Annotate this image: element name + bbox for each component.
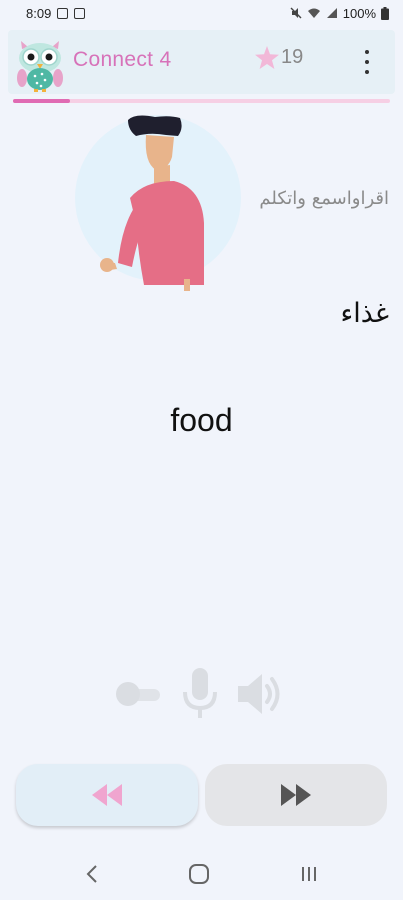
recents-icon[interactable] bbox=[299, 864, 319, 884]
notification-icon bbox=[74, 7, 86, 19]
progress-bar bbox=[13, 99, 390, 103]
mute-icon bbox=[290, 7, 302, 19]
signal-icon bbox=[326, 8, 337, 18]
status-bar: 8:09 100% bbox=[0, 0, 403, 26]
status-time: 8:09 bbox=[26, 5, 52, 21]
next-button[interactable] bbox=[205, 764, 387, 826]
previous-button[interactable] bbox=[16, 764, 198, 826]
audio-controls bbox=[112, 666, 292, 722]
star-icon bbox=[255, 46, 279, 69]
system-nav-bar bbox=[0, 848, 403, 900]
star-score: 19 bbox=[255, 46, 303, 69]
progress-fill bbox=[13, 99, 70, 103]
wifi-icon bbox=[307, 8, 320, 18]
toggle-knob bbox=[116, 682, 140, 706]
fast-forward-icon bbox=[281, 784, 311, 806]
star-count: 19 bbox=[281, 46, 304, 68]
arabic-word: غذاء bbox=[340, 298, 390, 329]
man-pointing-illustration bbox=[75, 115, 241, 291]
more-vert-icon[interactable] bbox=[363, 50, 371, 74]
speaker-icon[interactable] bbox=[236, 670, 288, 718]
home-icon[interactable] bbox=[188, 863, 210, 885]
back-icon[interactable] bbox=[85, 864, 99, 884]
app-title: Connect 4 bbox=[73, 48, 172, 71]
microphone-icon[interactable] bbox=[180, 668, 220, 720]
english-word: food bbox=[170, 402, 233, 438]
battery-text: 100% bbox=[342, 5, 376, 21]
owl-logo[interactable] bbox=[12, 32, 68, 92]
status-left: 8:09 bbox=[26, 5, 86, 21]
rewind-icon bbox=[92, 784, 122, 806]
image-icon bbox=[57, 7, 69, 19]
status-right: 100% bbox=[290, 6, 389, 21]
app-bar: Connect 4 19 bbox=[8, 30, 395, 94]
instruction-text: اقراواسمع واتكلم bbox=[259, 188, 389, 209]
battery-icon bbox=[381, 6, 389, 20]
toggle-icon[interactable] bbox=[116, 682, 160, 706]
